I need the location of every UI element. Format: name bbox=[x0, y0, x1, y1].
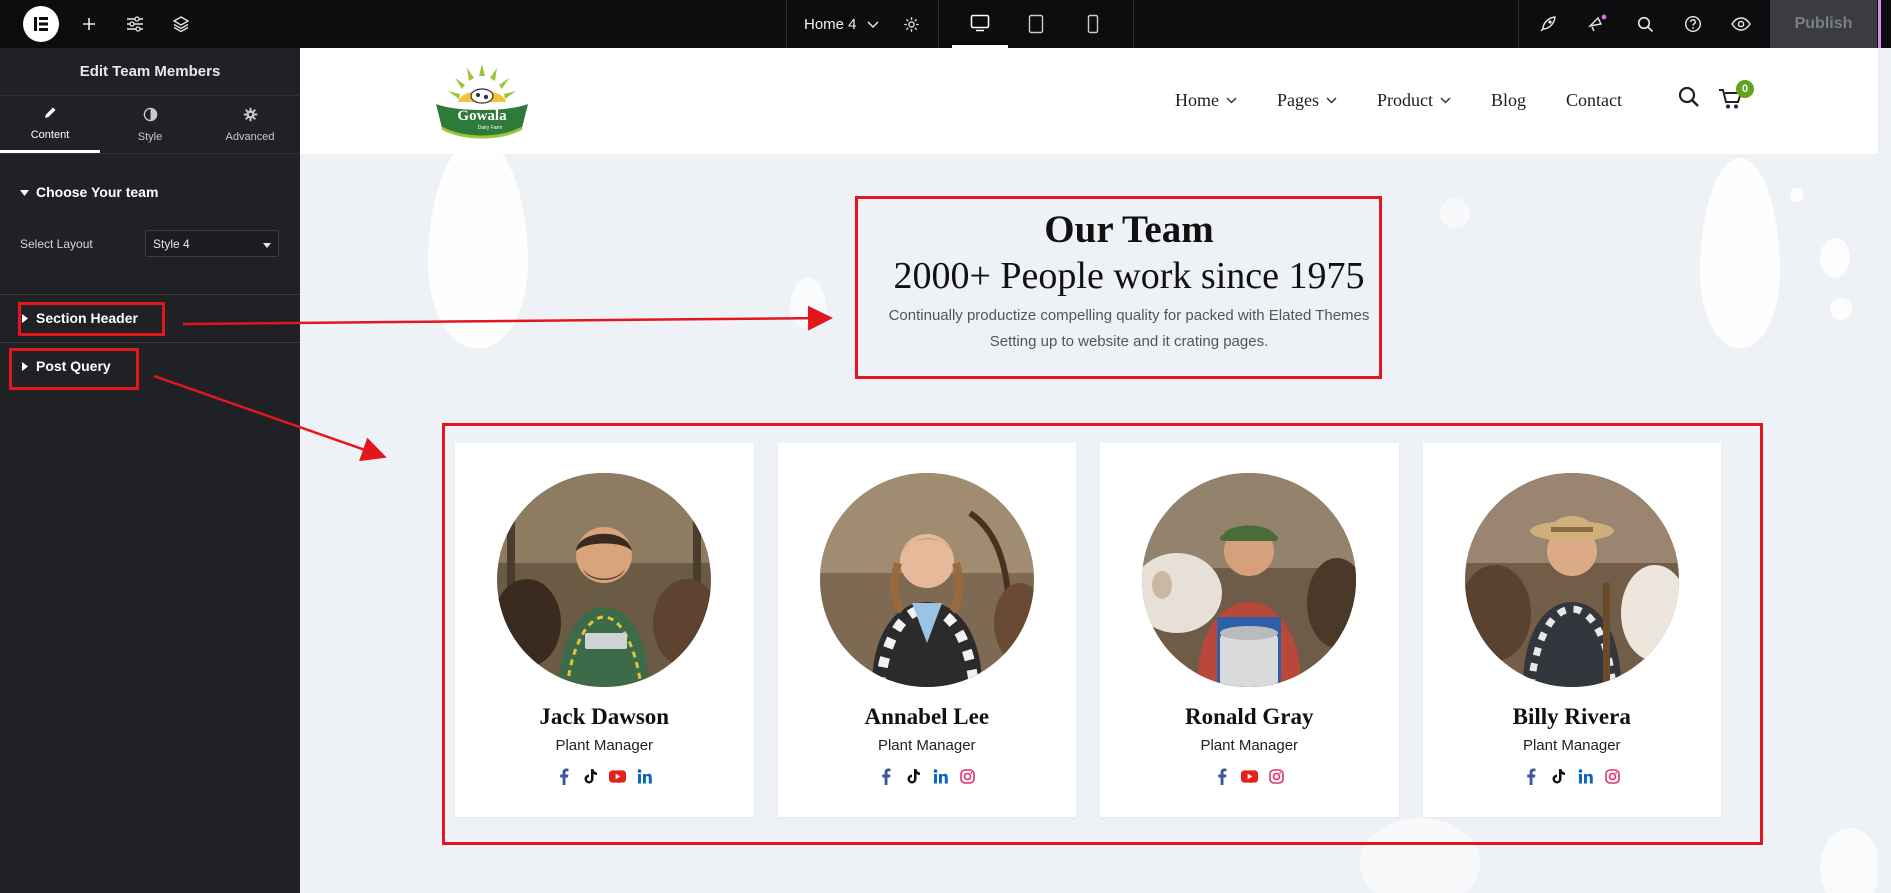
milk-splash-decoration bbox=[1820, 238, 1850, 278]
cart-count-badge: 0 bbox=[1736, 80, 1754, 98]
milk-splash-decoration bbox=[1820, 828, 1878, 893]
nav-label: Pages bbox=[1277, 90, 1319, 110]
nav-item-blog[interactable]: Blog bbox=[1491, 90, 1526, 111]
panel-divider bbox=[0, 342, 300, 343]
milk-drop-decoration bbox=[428, 138, 528, 348]
editor-topbar: Home 4 Publish bbox=[0, 0, 1891, 48]
page-settings-gear-icon[interactable] bbox=[896, 0, 926, 48]
search-icon[interactable] bbox=[1630, 0, 1660, 48]
sliders-icon[interactable] bbox=[120, 0, 150, 48]
caret-down-icon bbox=[263, 237, 271, 251]
mobile-icon[interactable] bbox=[1065, 0, 1121, 48]
logo-tagline: Dairy Farm bbox=[478, 125, 503, 131]
milk-drop-decoration bbox=[1700, 158, 1780, 348]
nav-label: Product bbox=[1377, 90, 1433, 110]
nav-label: Contact bbox=[1566, 90, 1623, 110]
caret-down-icon bbox=[20, 184, 29, 200]
panel-divider bbox=[0, 294, 300, 295]
milk-splash-decoration bbox=[1790, 188, 1804, 202]
pencil-icon bbox=[43, 106, 57, 123]
nav-item-contact[interactable]: Contact bbox=[1566, 90, 1622, 111]
half-circle-icon bbox=[143, 107, 158, 125]
chevron-down-icon bbox=[1226, 95, 1237, 107]
elementor-logo-icon bbox=[23, 6, 59, 42]
publish-button[interactable]: Publish bbox=[1770, 0, 1877, 48]
tab-label: Style bbox=[137, 130, 163, 143]
section-title: Choose Your team bbox=[36, 184, 159, 200]
tab-advanced[interactable]: Advanced bbox=[200, 96, 300, 153]
main-nav: Home Pages Product Blog Contact bbox=[1175, 90, 1662, 111]
nav-item-home[interactable]: Home bbox=[1175, 90, 1237, 111]
rocket-icon[interactable] bbox=[1533, 0, 1563, 48]
annotation-box-section-header-preview bbox=[855, 196, 1382, 379]
select-layout-control: Select Layout Style 4 bbox=[20, 230, 280, 257]
gear-icon bbox=[243, 107, 258, 125]
tab-style[interactable]: Style bbox=[100, 96, 200, 153]
chevron-down-icon bbox=[1326, 95, 1337, 107]
section-choose-team: Choose Your team Select Layout Style 4 bbox=[0, 154, 300, 257]
nav-label: Home bbox=[1175, 90, 1219, 110]
plus-icon[interactable] bbox=[74, 0, 104, 48]
panel-tabs: Content Style Advanced bbox=[0, 96, 300, 154]
tab-content[interactable]: Content bbox=[0, 96, 100, 153]
annotation-box-team-grid bbox=[442, 423, 1763, 845]
nav-item-product[interactable]: Product bbox=[1377, 90, 1451, 111]
tab-label: Content bbox=[30, 128, 70, 141]
site-search-icon[interactable] bbox=[1678, 86, 1700, 113]
editor-panel: Edit Team Members Content Style Advanced… bbox=[0, 48, 300, 893]
tab-label: Advanced bbox=[225, 130, 275, 143]
chevron-down-icon bbox=[1440, 95, 1451, 107]
layers-icon[interactable] bbox=[166, 0, 196, 48]
select-layout-label: Select Layout bbox=[20, 236, 93, 251]
site-header: Gowala Dairy Farm Home Pages Product Blo… bbox=[300, 48, 1878, 154]
milk-splash-decoration bbox=[1830, 298, 1852, 320]
edge-indicator bbox=[1878, 0, 1891, 48]
milk-splash-decoration bbox=[1440, 198, 1470, 228]
panel-title: Edit Team Members bbox=[0, 48, 300, 96]
desktop-icon[interactable] bbox=[952, 0, 1008, 48]
tablet-icon[interactable] bbox=[1008, 0, 1064, 48]
annotation-box-post-query bbox=[9, 348, 139, 390]
elementor-logo-button[interactable] bbox=[18, 0, 64, 48]
select-value: Style 4 bbox=[153, 236, 190, 251]
nav-label: Blog bbox=[1491, 90, 1527, 110]
section-choose-team-toggle[interactable]: Choose Your team bbox=[20, 184, 280, 200]
gowala-logo[interactable]: Gowala Dairy Farm bbox=[430, 58, 534, 144]
annotation-box-section-header bbox=[18, 302, 165, 336]
select-layout-dropdown[interactable]: Style 4 bbox=[145, 230, 279, 257]
nav-item-pages[interactable]: Pages bbox=[1277, 90, 1337, 111]
notifications-icon[interactable] bbox=[1582, 0, 1612, 48]
help-icon[interactable] bbox=[1678, 0, 1708, 48]
chevron-down-icon bbox=[867, 16, 879, 33]
preview-eye-icon[interactable] bbox=[1726, 0, 1756, 48]
page-name: Home 4 bbox=[804, 15, 857, 33]
milk-drop-decoration bbox=[790, 278, 826, 328]
logo-text: Gowala bbox=[457, 108, 507, 124]
